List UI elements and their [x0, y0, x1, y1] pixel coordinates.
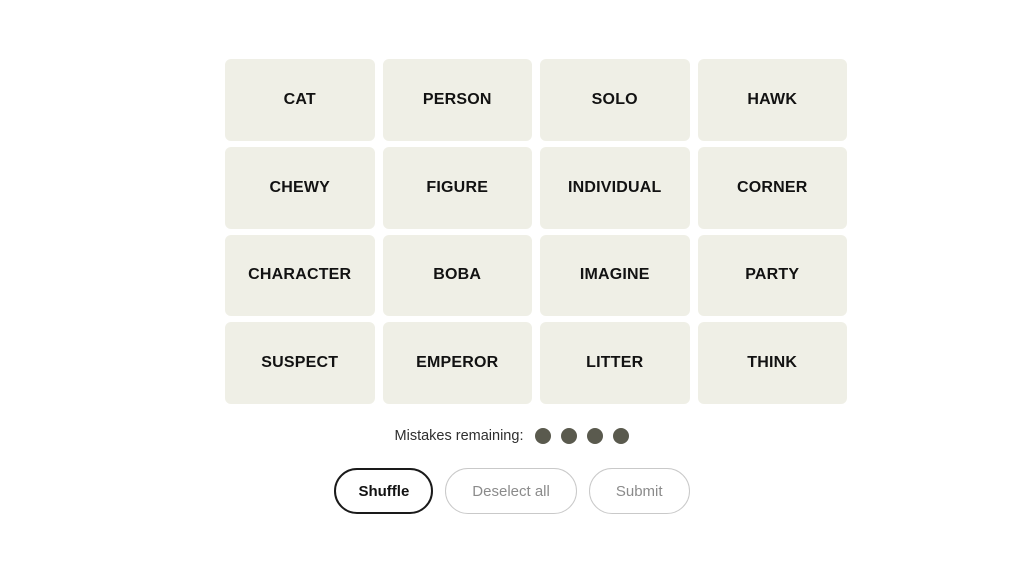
- word-tile-label: CORNER: [736, 178, 808, 196]
- submit-button[interactable]: Submit: [588, 468, 690, 514]
- word-tile-label: THINK: [747, 354, 798, 372]
- word-tile[interactable]: SOLO: [540, 59, 690, 141]
- word-tile-label: BOBA: [433, 266, 482, 284]
- word-tile-label: IMAGINE: [579, 266, 650, 284]
- word-tile-label: CHEWY: [269, 178, 331, 196]
- word-tile-label: PARTY: [745, 266, 800, 284]
- mistakes-remaining-row: Mistakes remaining:: [0, 425, 1024, 447]
- deselect-all-button[interactable]: Deselect all: [445, 468, 577, 514]
- shuffle-button[interactable]: Shuffle: [334, 468, 434, 514]
- word-tile-label: SUSPECT: [261, 354, 339, 372]
- word-tile[interactable]: EMPEROR: [382, 322, 532, 404]
- connections-game: CAT PERSON SOLO HAWK CHEWY FIGURE INDIVI…: [0, 0, 1024, 563]
- word-tile[interactable]: IMAGINE: [540, 234, 690, 317]
- word-tile[interactable]: CHARACTER: [225, 234, 375, 317]
- word-tile[interactable]: CAT: [225, 59, 375, 141]
- word-tile-label: HAWK: [747, 90, 798, 108]
- word-tile[interactable]: CORNER: [697, 146, 847, 229]
- word-tile[interactable]: LITTER: [540, 322, 690, 404]
- mistake-dot: [535, 428, 552, 444]
- word-tile-grid: CAT PERSON SOLO HAWK CHEWY FIGURE INDIVI…: [225, 59, 847, 404]
- word-tile[interactable]: PERSON: [382, 59, 532, 141]
- mistake-dot: [561, 428, 578, 444]
- word-tile[interactable]: FIGURE: [382, 146, 532, 229]
- word-tile[interactable]: INDIVIDUAL: [540, 146, 690, 229]
- word-tile-label: CHARACTER: [248, 266, 352, 284]
- game-controls: Shuffle Deselect all Submit: [0, 468, 1024, 514]
- mistakes-dot-group: [535, 428, 630, 444]
- word-tile-label: FIGURE: [426, 178, 489, 196]
- word-tile[interactable]: BOBA: [382, 234, 532, 317]
- mistake-dot: [587, 428, 604, 444]
- mistake-dot: [613, 428, 630, 444]
- word-tile[interactable]: SUSPECT: [225, 322, 375, 404]
- word-tile-label: PERSON: [422, 90, 492, 108]
- word-tile[interactable]: PARTY: [697, 234, 847, 317]
- word-tile[interactable]: HAWK: [697, 59, 847, 141]
- word-tile-label: INDIVIDUAL: [567, 178, 662, 196]
- mistakes-remaining-label: Mistakes remaining:: [394, 427, 524, 444]
- word-tile-label: EMPEROR: [416, 354, 499, 372]
- word-tile-label: CAT: [283, 90, 316, 108]
- word-tile-label: LITTER: [586, 354, 644, 372]
- word-tile[interactable]: THINK: [697, 322, 847, 404]
- word-tile[interactable]: CHEWY: [225, 146, 375, 229]
- word-tile-label: SOLO: [591, 90, 638, 108]
